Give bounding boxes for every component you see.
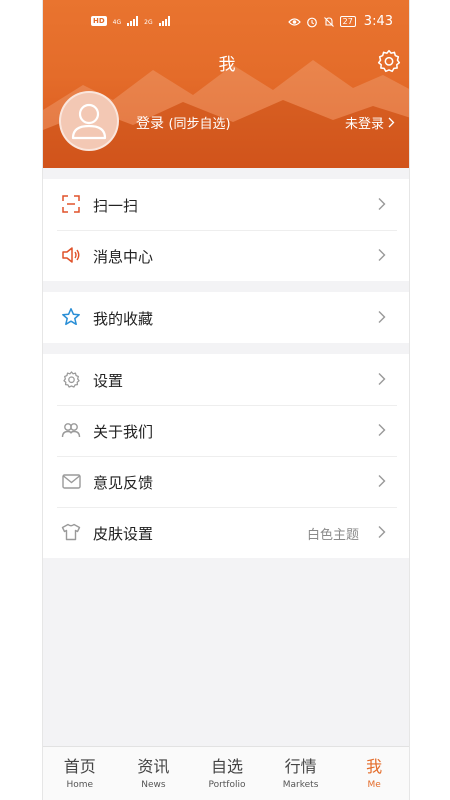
mute-bell-icon [323,16,334,27]
tab-sublabel: Home [66,780,94,790]
tab-sublabel: Me [367,780,381,790]
shirt-icon [61,522,81,542]
tab-news[interactable]: 资讯 News [117,747,191,800]
menu-item-feedback[interactable]: 意见反馈 [43,456,409,507]
speaker-icon [61,245,81,265]
chevron-right-icon [378,249,386,261]
chevron-right-icon [378,526,386,538]
login-label: 登录 [136,116,164,132]
scan-icon [61,194,81,214]
menu-item-scan[interactable]: 扫一扫 [43,179,409,230]
menu-item-label: 消息中心 [93,248,154,266]
tab-label: 首页 [63,757,96,776]
login-status-link[interactable]: 未登录 [345,113,395,132]
tab-portfolio[interactable]: 自选 Portfolio [190,747,264,800]
menu-item-label: 我的收藏 [93,310,154,328]
tab-sublabel: Portfolio [208,780,246,790]
bottom-tab-bar: 首页 Home 资讯 News 自选 Portfolio 行情 Markets … [43,746,409,800]
star-icon [61,307,81,327]
chevron-right-icon [378,373,386,385]
menu-item-label: 扫一扫 [93,197,139,215]
menu-group-3: 设置 关于我们 意见反馈 皮肤设置 白色主题 [43,354,409,558]
menu-item-label: 皮肤设置 [93,525,154,543]
people-icon [61,420,81,440]
menu-item-settings[interactable]: 设置 [43,354,409,405]
network-type-1: 4G [112,19,122,26]
mail-icon [61,471,81,491]
alarm-icon [306,17,317,27]
eye-icon [287,17,301,26]
login-link[interactable]: 登录 (同步自选) [136,113,231,133]
menu-item-favorites[interactable]: 我的收藏 [43,292,409,343]
tab-label: 自选 [210,757,243,776]
chevron-right-icon [378,311,386,323]
phone-screen: HD 4G 2G 27 3:43 我 登录 (同步自选) 未登录 扫一扫 消息中… [42,0,410,800]
skin-theme-value: 白色主题 [306,528,359,543]
menu-item-skin[interactable]: 皮肤设置 白色主题 [43,507,409,558]
signal-icon [127,16,139,26]
avatar[interactable] [59,91,119,151]
tab-home[interactable]: 首页 Home [43,747,117,800]
chevron-right-icon [388,117,395,128]
tab-markets[interactable]: 行情 Markets [264,747,338,800]
menu-item-messages[interactable]: 消息中心 [43,230,409,281]
menu-item-label: 设置 [93,372,124,390]
chevron-right-icon [378,198,386,210]
login-sub-label: (同步自选) [168,117,231,132]
status-bar: HD 4G 2G 27 3:43 [43,0,409,44]
tab-sublabel: Markets [282,780,319,790]
chevron-right-icon [378,424,386,436]
status-indicators: 27 3:43 [287,14,393,29]
tab-sublabel: News [141,780,166,790]
menu-group-2: 我的收藏 [43,292,409,343]
gear-icon [61,369,81,389]
chevron-right-icon [378,475,386,487]
status-network: HD 4G 2G [91,16,170,26]
menu-group-1: 扫一扫 消息中心 [43,179,409,281]
battery-icon: 27 [339,16,356,27]
page-title: 我 [218,55,236,75]
hd-badge: HD [91,16,107,26]
network-type-2: 2G [144,19,153,26]
settings-gear-icon[interactable] [376,48,402,74]
signal-icon-2 [158,16,170,26]
login-status-label: 未登录 [344,117,384,132]
tab-label: 行情 [284,757,317,776]
menu-item-label: 意见反馈 [93,474,154,492]
menu-item-label: 关于我们 [93,423,154,441]
tab-label: 我 [366,757,383,776]
status-time: 3:43 [363,14,393,29]
profile-header: HD 4G 2G 27 3:43 我 登录 (同步自选) 未登录 [43,0,409,168]
menu-item-about[interactable]: 关于我们 [43,405,409,456]
tab-label: 资讯 [137,757,170,776]
tab-me[interactable]: 我 Me [337,747,409,800]
